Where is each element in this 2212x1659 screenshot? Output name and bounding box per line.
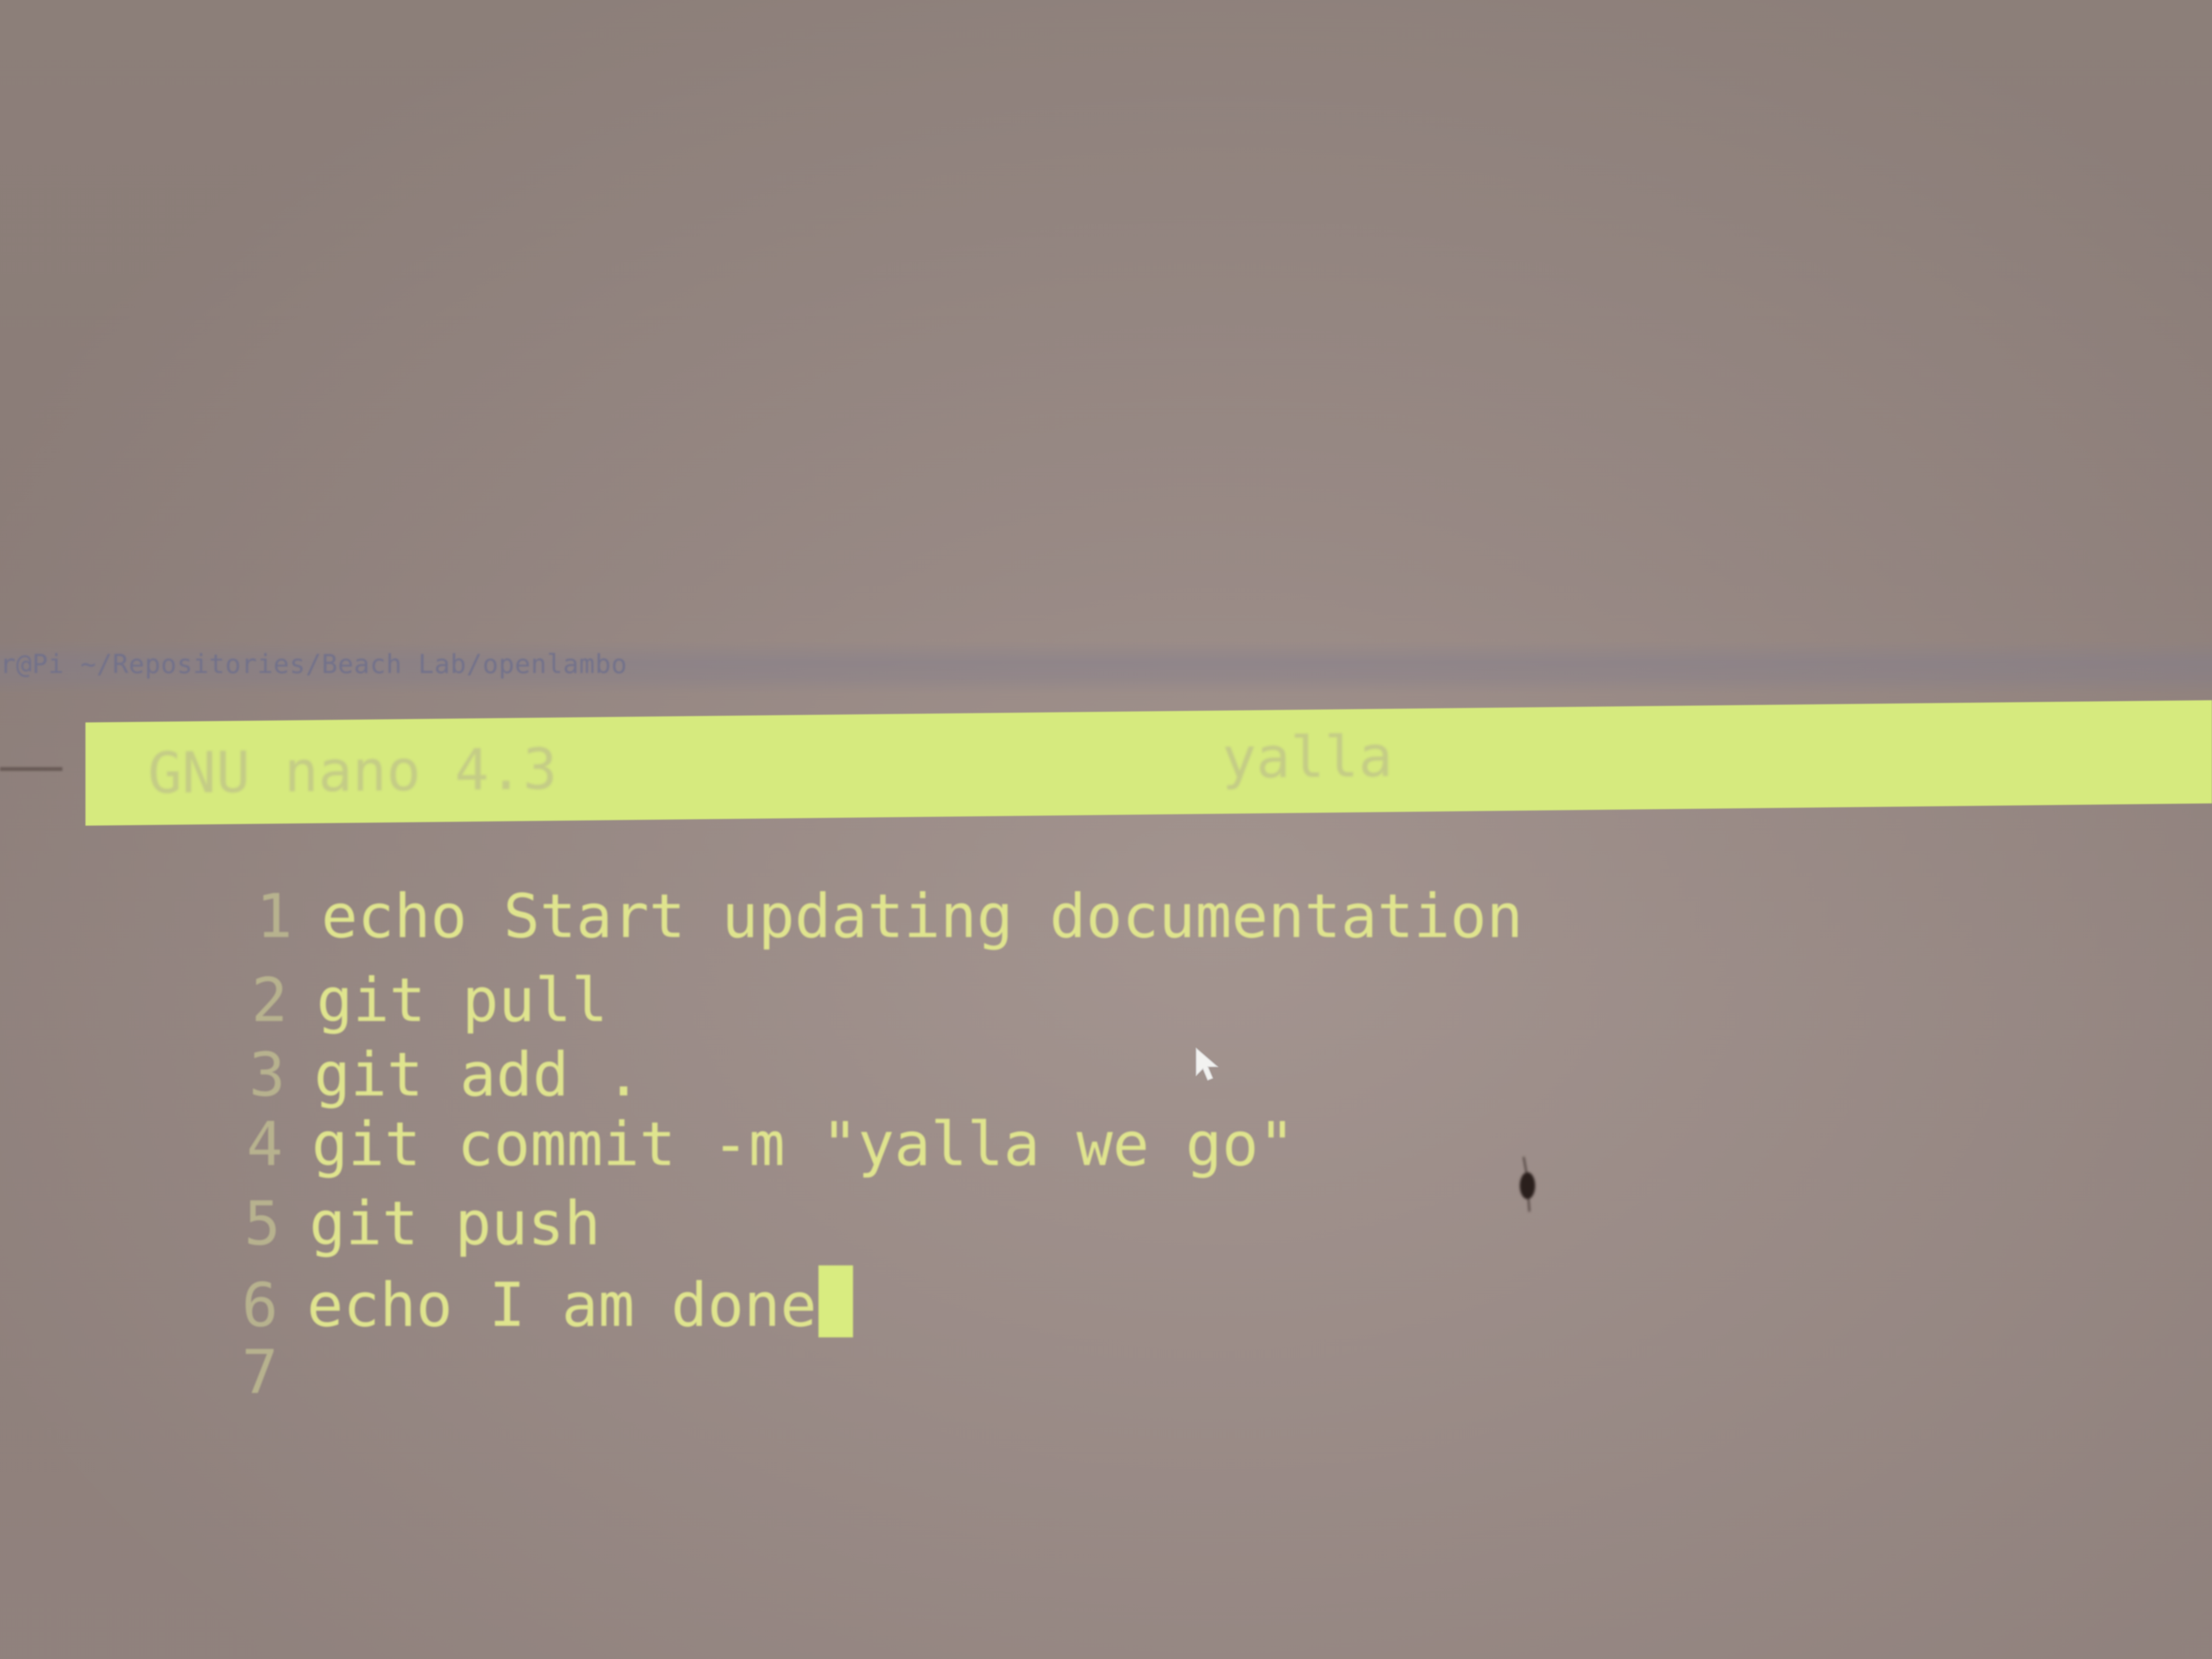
editor-line[interactable]: 7 [96, 1282, 307, 1463]
line-text: echo I am done [307, 1270, 817, 1340]
editor-area[interactable]: 1 echo Start updating documentation 2 git … [0, 0, 2212, 1659]
line-number: 7 [241, 1337, 278, 1407]
text-cursor [818, 1265, 854, 1337]
screen-speck [1512, 1152, 1541, 1214]
